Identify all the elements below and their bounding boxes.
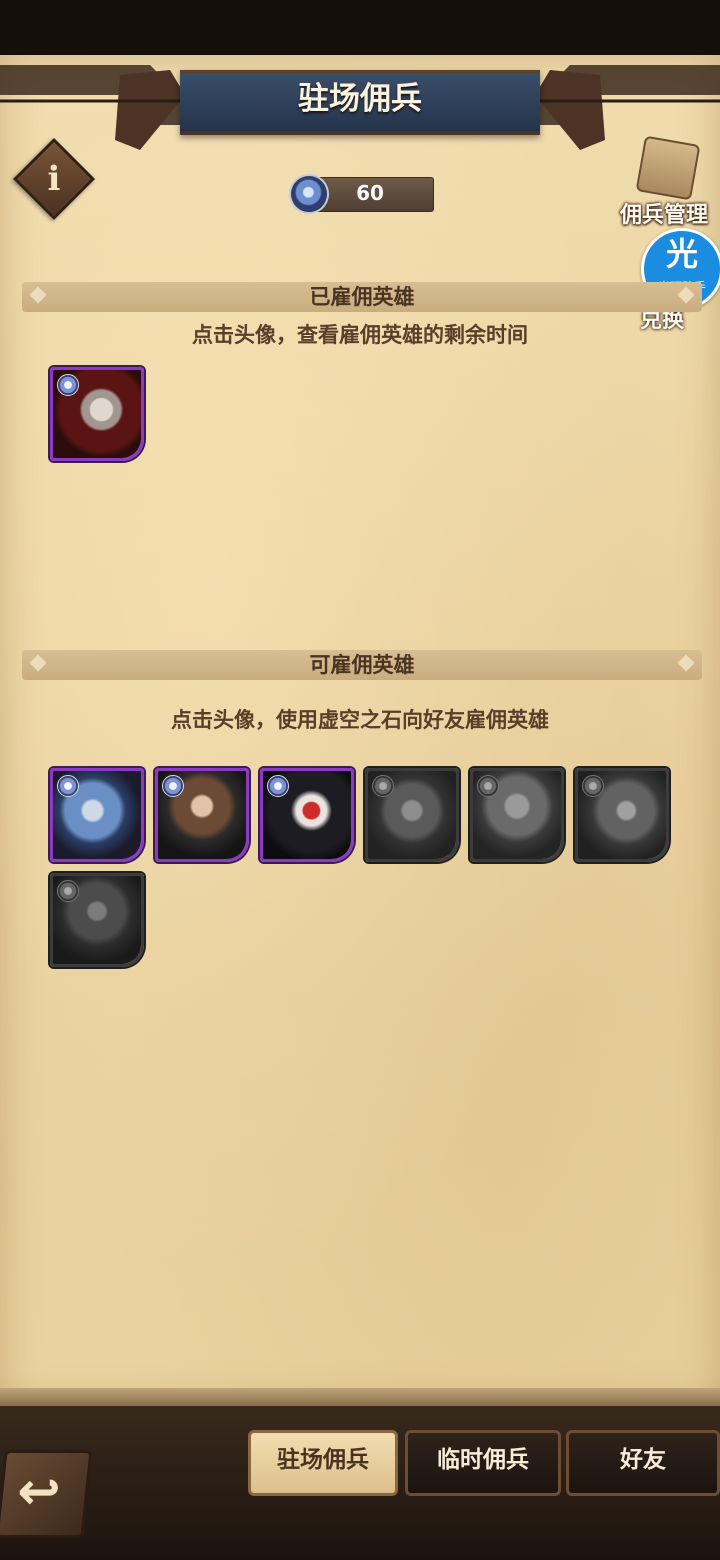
currency-value: 60 [356, 181, 384, 205]
hero-class-icon [477, 775, 499, 797]
hero-class-icon [582, 775, 604, 797]
info-icon[interactable]: i [25, 150, 83, 208]
available-hero-portrait[interactable] [575, 768, 669, 862]
hero-class-icon [57, 880, 79, 902]
available-hero-portrait[interactable] [155, 768, 249, 862]
hero-class-icon [267, 775, 289, 797]
assistant-overlay-glyph: 光 [665, 235, 698, 273]
top-status-area [0, 0, 720, 55]
available-hero-portrait[interactable] [260, 768, 354, 862]
tab-stationed-mercenary[interactable]: 驻场佣兵 [248, 1430, 398, 1496]
hero-class-icon [372, 775, 394, 797]
available-hero-portrait[interactable] [50, 768, 144, 862]
hero-class-icon [57, 775, 79, 797]
page-title: 驻场佣兵 [298, 81, 422, 117]
bottom-nav-rim [0, 1388, 720, 1406]
available-section-title: 可雇佣英雄 [309, 653, 415, 677]
available-hero-portrait[interactable] [365, 768, 459, 862]
hired-hero-portrait[interactable] [50, 367, 144, 461]
hero-class-icon [162, 775, 184, 797]
hired-section-title: 已雇佣英雄 [309, 285, 415, 309]
tab-temporary-mercenary[interactable]: 临时佣兵 [405, 1430, 561, 1496]
mercenary-manage-button[interactable]: 佣兵管理 [612, 197, 716, 228]
available-hero-portrait[interactable] [50, 873, 144, 967]
mercenary-manage-icon[interactable] [635, 135, 701, 201]
available-hero-portrait[interactable] [470, 768, 564, 862]
available-section-hint: 点击头像，使用虚空之石向好友雇佣英雄 [171, 708, 549, 732]
tab-friends[interactable]: 好友 [566, 1430, 720, 1496]
hired-section-hint: 点击头像，查看雇佣英雄的剩余时间 [192, 323, 528, 347]
back-arrow-icon[interactable]: ↩ [4, 1462, 74, 1522]
hero-class-icon [57, 374, 79, 396]
